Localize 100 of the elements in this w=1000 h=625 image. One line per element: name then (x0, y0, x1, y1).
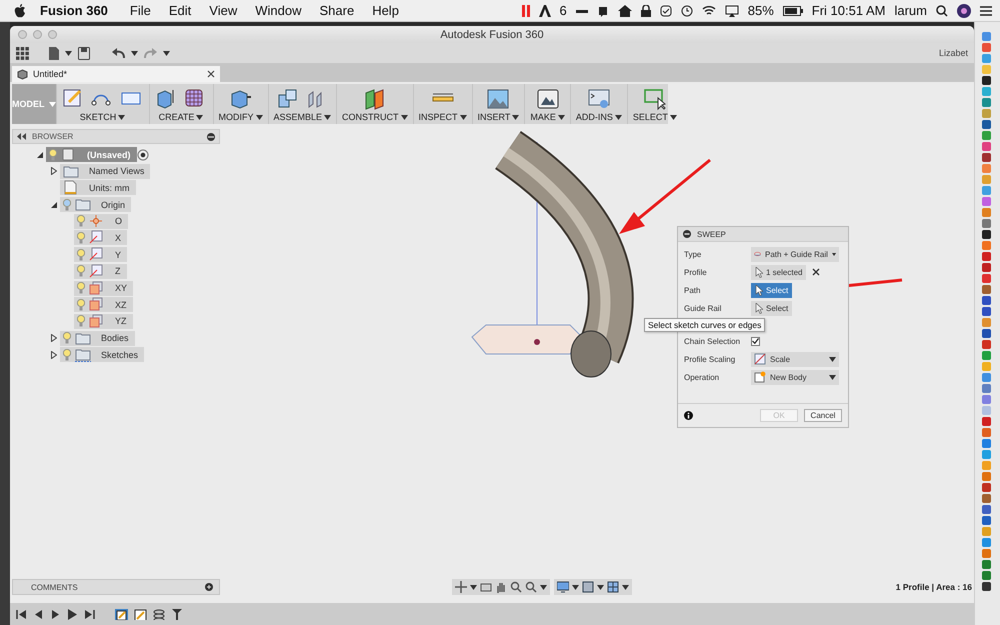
wifi-icon[interactable] (702, 5, 716, 16)
tree-item[interactable]: Units: mm (60, 180, 136, 196)
ribbon-menu[interactable]: CONSTRUCT (342, 112, 408, 122)
grid-icon[interactable] (607, 581, 619, 593)
apple-icon[interactable] (14, 4, 26, 18)
menu-item[interactable]: Edit (168, 3, 192, 18)
monitor-icon[interactable] (557, 581, 569, 593)
menu-item[interactable]: Share (319, 3, 354, 18)
letter-logo-icon[interactable] (538, 4, 551, 16)
circle-icon[interactable] (957, 4, 971, 18)
caret-icon[interactable] (670, 114, 677, 120)
add-icon[interactable] (205, 583, 213, 591)
menu-item[interactable]: File (130, 3, 151, 18)
step-forward-icon[interactable] (50, 608, 61, 620)
expand-arrow-icon[interactable] (51, 334, 57, 342)
zoom-window-icon[interactable] (525, 581, 537, 593)
document-tab[interactable]: Untitled* (12, 66, 220, 82)
house-icon[interactable] (618, 4, 632, 16)
tree-item[interactable]: Named Views (60, 164, 150, 179)
menu-item[interactable]: Window (255, 3, 302, 18)
tree-item[interactable]: XY (74, 280, 134, 296)
caret-icon[interactable] (558, 114, 565, 120)
close-icon[interactable] (207, 70, 215, 78)
radio-icon[interactable] (136, 148, 149, 160)
cancel-button[interactable]: Cancel (804, 409, 842, 422)
selection-button[interactable]: 1 selected (751, 264, 806, 280)
expand-arrow-icon[interactable] (51, 202, 57, 208)
save-icon[interactable] (78, 46, 90, 60)
selection-button[interactable]: Select (751, 300, 792, 316)
caret-icon[interactable] (829, 356, 836, 362)
dropdown-field[interactable]: New Body (751, 370, 839, 384)
display-icon[interactable] (724, 4, 739, 16)
caret-icon[interactable] (614, 114, 622, 120)
list-icon[interactable] (980, 6, 992, 16)
tree-item[interactable]: YZ (74, 314, 133, 329)
tree-item[interactable]: XZ (74, 297, 133, 312)
collapse-arrows-icon[interactable] (17, 133, 26, 140)
select-cursor-icon[interactable] (642, 87, 667, 111)
ribbon-menu[interactable]: MAKE (530, 112, 565, 122)
tree-item[interactable]: Bodies (60, 330, 135, 346)
sketch-step-icon[interactable] (115, 608, 128, 620)
sweep-step-icon[interactable] (153, 608, 166, 620)
expand-arrow-icon[interactable] (51, 350, 57, 359)
caret-icon[interactable] (622, 584, 629, 590)
search-icon[interactable] (936, 4, 948, 16)
ribbon-menu[interactable]: INSERT (478, 112, 520, 122)
caret-icon[interactable] (196, 114, 204, 120)
tree-item[interactable]: X (74, 230, 128, 246)
user-name[interactable]: larum (894, 3, 927, 18)
skip-end-icon[interactable] (84, 608, 95, 620)
caret-icon[interactable] (65, 50, 72, 56)
sketch-step-icon[interactable] (134, 608, 147, 620)
ribbon-menu[interactable]: MODIFY (218, 112, 262, 122)
caret-icon[interactable] (131, 50, 138, 56)
tree-item[interactable]: O (74, 214, 128, 229)
info-icon[interactable] (684, 411, 693, 420)
menu-item[interactable]: Help (372, 3, 399, 18)
lock-icon[interactable] (640, 4, 651, 16)
app-menu[interactable]: Fusion 360 (40, 3, 108, 18)
move-arrows-icon[interactable] (455, 581, 467, 593)
image-icon[interactable] (486, 87, 510, 111)
ribbon-menu[interactable]: ASSEMBLE (274, 112, 332, 122)
tree-item[interactable]: Sketches (60, 347, 144, 362)
terminal-gear-icon[interactable] (586, 87, 611, 111)
user-account[interactable]: Lizabet (938, 48, 968, 58)
play-icon[interactable] (67, 608, 78, 620)
picture-frame-icon[interactable] (536, 87, 560, 111)
ribbon-menu[interactable]: INSPECT (418, 112, 467, 122)
caret-icon[interactable] (256, 114, 262, 120)
display-box-icon[interactable] (582, 581, 594, 593)
caret-icon[interactable] (829, 374, 836, 380)
clock-icon[interactable] (680, 4, 693, 16)
expand-arrow-icon[interactable] (37, 152, 43, 158)
tree-item[interactable]: Z (74, 264, 126, 279)
selection-button[interactable]: Select (751, 282, 792, 298)
caret-icon[interactable] (512, 114, 520, 120)
expand-arrow-icon[interactable] (51, 167, 57, 176)
skip-start-icon[interactable] (16, 608, 27, 620)
dropdown-field[interactable]: Path + Guide Rail (751, 246, 839, 262)
file-icon[interactable] (49, 46, 59, 60)
step-back-icon[interactable] (33, 608, 44, 620)
grid-menu-icon[interactable] (16, 46, 29, 60)
zoom-icon[interactable] (510, 581, 522, 593)
caret-icon[interactable] (400, 114, 408, 120)
caret-icon[interactable] (540, 584, 547, 590)
caret-icon[interactable] (470, 584, 477, 590)
undo-icon[interactable] (112, 46, 125, 60)
pause-icon[interactable] (522, 4, 530, 16)
caret-icon[interactable] (324, 114, 332, 120)
dropdown-field[interactable]: Scale (751, 352, 839, 366)
ribbon-menu[interactable]: SELECT (632, 112, 677, 122)
caret-icon[interactable] (572, 584, 579, 590)
caret-icon[interactable] (597, 584, 604, 590)
checkbox[interactable] (751, 336, 760, 346)
ribbon-menu[interactable]: SKETCH (80, 112, 126, 122)
timeline-marker-icon[interactable] (172, 608, 182, 620)
lightbulb-icon[interactable] (49, 148, 57, 160)
battery-icon[interactable] (782, 6, 803, 16)
caret-icon[interactable] (460, 114, 467, 120)
tree-item[interactable]: Y (74, 247, 128, 262)
